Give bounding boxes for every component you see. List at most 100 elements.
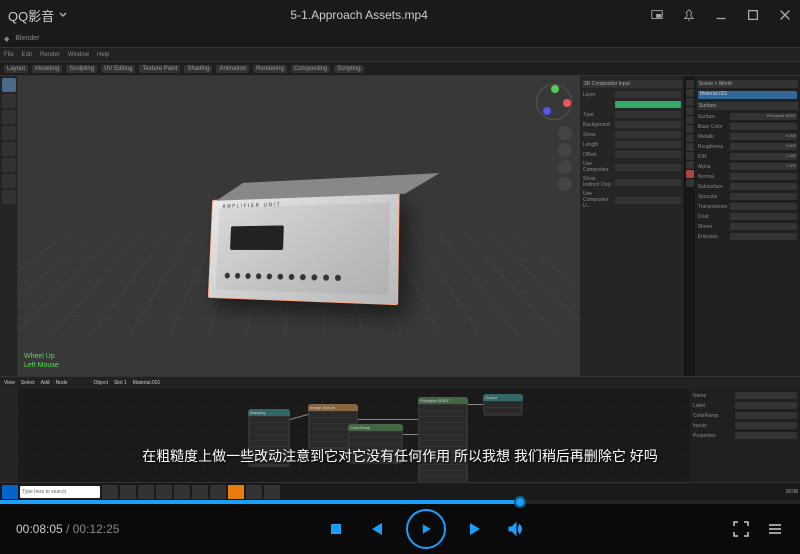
stop-button[interactable] [326,519,346,539]
npanel-row[interactable]: Offset [582,150,682,159]
vtab-particle[interactable] [686,143,694,151]
tab-texture[interactable]: Texture Paint [139,65,180,73]
persp-icon[interactable] [558,177,572,191]
npanel-row[interactable] [582,100,682,109]
shader-node[interactable]: Principled BSDF [418,397,468,491]
vtab-modifier[interactable] [686,134,694,142]
task-app1[interactable] [174,485,190,499]
play-button[interactable] [406,509,446,549]
close-button[interactable] [778,8,792,22]
menu-file[interactable]: File [4,52,14,58]
menu-render[interactable]: Render [40,52,60,58]
node-sidebar-row[interactable]: ColorRamp [692,411,798,420]
shader-node[interactable]: Output [483,394,523,416]
surface-header[interactable]: Surface [697,102,798,110]
start-button[interactable] [2,485,18,499]
picture-in-picture-button[interactable] [650,8,664,22]
node-slot[interactable]: Slot 1 [114,380,127,386]
fullscreen-button[interactable] [732,520,750,538]
npanel-row[interactable]: Background [582,120,682,129]
tab-layout[interactable]: Layout [4,65,28,73]
npanel-row[interactable]: Layer [582,90,682,99]
node-sidebar-row[interactable]: Inputs [692,421,798,430]
task-app3[interactable] [210,485,226,499]
volume-button[interactable] [506,519,526,539]
tool-transform[interactable] [2,158,16,172]
node-menu-node[interactable]: Node [56,380,68,386]
vtab-object[interactable] [686,125,694,133]
tool-move[interactable] [2,110,16,124]
props-row[interactable]: Normal [697,172,798,181]
npanel-row[interactable]: Use Compositor [582,160,682,174]
npanel-row[interactable]: Show Indirect Only [582,175,682,189]
node-menu-view[interactable]: View [4,380,15,386]
tool-annotate[interactable] [2,174,16,188]
amplifier-model[interactable]: AMPLIFIER UNIT [208,193,400,305]
vtab-world[interactable] [686,116,694,124]
vtab-scene[interactable] [686,107,694,115]
settings-button[interactable] [766,520,784,538]
node-material[interactable]: Material.001 [133,380,161,386]
next-button[interactable] [466,519,486,539]
tool-select[interactable] [2,78,16,92]
npanel-row[interactable]: Type [582,110,682,119]
npanel-header[interactable]: 3D Compositor Input [582,80,682,88]
vtab-render[interactable] [686,80,694,88]
props-row[interactable]: Roughness0.500 [697,142,798,151]
menu-help[interactable]: Help [97,52,109,58]
props-row[interactable]: SurfacePrincipled BSDF [697,112,798,121]
minimize-button[interactable] [714,8,728,22]
tab-rendering[interactable]: Rendering [253,65,287,73]
npanel-row[interactable]: Show [582,130,682,139]
props-row[interactable]: Specular [697,192,798,201]
vtab-physics[interactable] [686,152,694,160]
props-row[interactable]: Transmission [697,202,798,211]
tab-scripting[interactable]: Scripting [334,65,363,73]
task-taskview[interactable] [120,485,136,499]
tool-scale[interactable] [2,142,16,156]
tab-animation[interactable]: Animation [216,65,249,73]
props-row[interactable]: IOR1.450 [697,152,798,161]
viewport-gizmo[interactable] [536,84,572,120]
tab-shading[interactable]: Shading [184,65,212,73]
taskbar-search[interactable]: Type here to search [20,486,100,498]
node-menu-select[interactable]: Select [21,380,35,386]
node-canvas[interactable]: MappingImage TextureColorRampPrincipled … [18,389,690,486]
progress-bar[interactable] [0,500,800,504]
tool-cursor[interactable] [2,94,16,108]
vtab-material[interactable] [686,170,694,178]
npanel-row[interactable]: Use Compositor U... [582,190,682,210]
props-row[interactable]: Subsurface [697,182,798,191]
node-menu-add[interactable]: Add [41,380,50,386]
viewport-3d[interactable]: AMPLIFIER UNIT [18,76,580,376]
task-app4[interactable] [246,485,262,499]
task-app5[interactable] [264,485,280,499]
pin-button[interactable] [682,8,696,22]
maximize-button[interactable] [746,8,760,22]
props-row[interactable]: Base Color [697,122,798,131]
node-object-mode[interactable]: Object [94,380,108,386]
tab-modeling[interactable]: Modeling [32,65,62,73]
pan-icon[interactable] [558,143,572,157]
vtab-constraint[interactable] [686,161,694,169]
menu-window[interactable]: Window [68,52,89,58]
tab-sculpting[interactable]: Sculpting [66,65,97,73]
gizmo-z-axis[interactable] [543,107,551,115]
camera-icon[interactable] [558,160,572,174]
material-name-field[interactable]: Material.001 [698,91,797,99]
tool-rotate[interactable] [2,126,16,140]
vtab-texture[interactable] [686,179,694,187]
npanel-row[interactable]: Length [582,140,682,149]
task-app2[interactable] [192,485,208,499]
node-sidebar-row[interactable]: Name [692,391,798,400]
props-row[interactable]: Metallic0.000 [697,132,798,141]
node-sidebar-row[interactable]: Label [692,401,798,410]
zoom-icon[interactable] [558,126,572,140]
vtab-view[interactable] [686,98,694,106]
vtab-output[interactable] [686,89,694,97]
node-sidebar-row[interactable]: Properties [692,431,798,440]
task-cortana[interactable] [102,485,118,499]
app-name[interactable]: QQ影音 [8,6,68,25]
tool-measure[interactable] [2,190,16,204]
menu-edit[interactable]: Edit [22,52,32,58]
